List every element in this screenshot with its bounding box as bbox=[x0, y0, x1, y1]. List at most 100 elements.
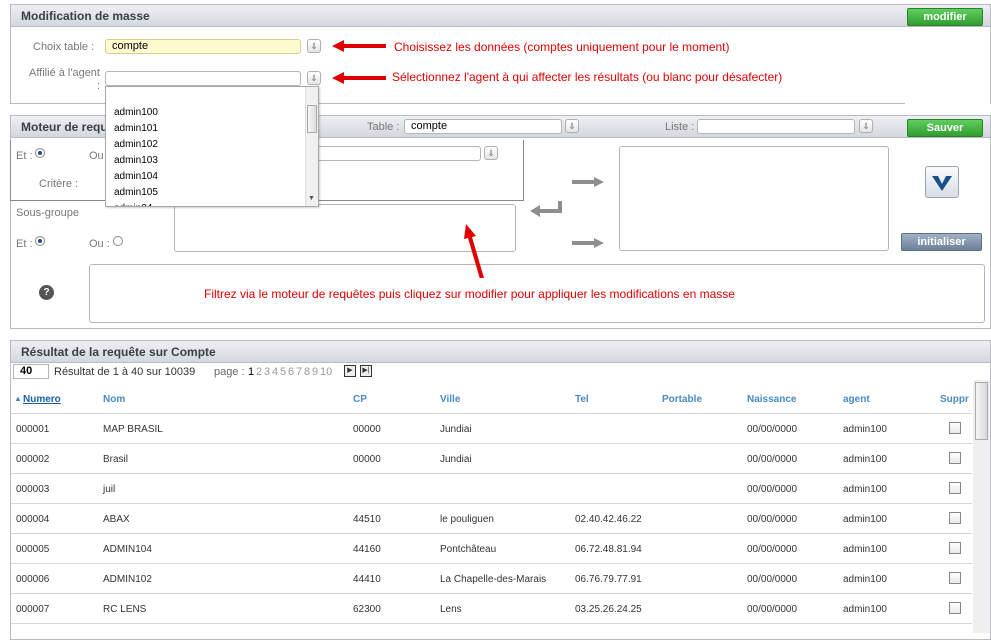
arrow-right-icon[interactable] bbox=[572, 238, 604, 248]
cell-nom: juil bbox=[103, 484, 116, 495]
et-label: Et : bbox=[16, 150, 33, 162]
save-button[interactable]: Sauver bbox=[907, 119, 983, 137]
results-scrollbar[interactable]: ▲ bbox=[973, 380, 990, 633]
column-naissance[interactable]: Naissance bbox=[747, 394, 796, 405]
et-radio[interactable] bbox=[35, 148, 45, 158]
list-dropdown-icon[interactable]: ⇓ bbox=[859, 119, 873, 133]
cell-nom: MAP BRASIL bbox=[103, 424, 163, 435]
cell-nom: RC LENS bbox=[103, 604, 147, 615]
column-numero[interactable]: Numero bbox=[23, 394, 61, 405]
delete-checkbox[interactable] bbox=[949, 512, 961, 524]
table-choice-dropdown-icon[interactable]: ⇓ bbox=[307, 39, 321, 53]
column-cp[interactable]: CP bbox=[353, 394, 367, 405]
column-suppr[interactable]: Suppr bbox=[940, 394, 969, 405]
delete-checkbox[interactable] bbox=[949, 482, 961, 494]
arrow-right-icon[interactable] bbox=[572, 177, 604, 187]
table-row[interactable]: 000006 ADMIN102 44410 La Chapelle-des-Marai… bbox=[11, 564, 972, 594]
agent-option[interactable]: admin104 bbox=[114, 171, 158, 182]
column-portable[interactable]: Portable bbox=[662, 394, 702, 405]
delete-checkbox[interactable] bbox=[949, 542, 961, 554]
cell-nom: Brasil bbox=[103, 454, 129, 465]
agent-label: Affilié à l'agent : bbox=[28, 67, 100, 92]
cell-naissance: 00/00/0000 bbox=[747, 514, 798, 525]
validate-button[interactable] bbox=[925, 166, 959, 198]
cell-tel: 02.40.42.46.22 bbox=[575, 514, 642, 525]
table-dropdown-icon[interactable]: ⇓ bbox=[565, 119, 579, 133]
delete-checkbox[interactable] bbox=[949, 572, 961, 584]
et2-radio[interactable] bbox=[35, 236, 45, 246]
cell-agent: admin100 bbox=[843, 514, 887, 525]
table-row[interactable]: 000001 MAP BRASIL 00000 Jundiai 00/00/0000 ad… bbox=[11, 414, 972, 444]
next-page-button[interactable]: ▶ bbox=[344, 365, 356, 377]
page-link[interactable]: 9 bbox=[312, 366, 318, 378]
page-link[interactable]: 6 bbox=[288, 366, 294, 378]
table-row[interactable]: 000003 juil 00/00/0000 admin100 bbox=[11, 474, 972, 504]
delete-checkbox[interactable] bbox=[949, 422, 961, 434]
page-link[interactable]: 4 bbox=[272, 366, 278, 378]
agent-option[interactable]: admin101 bbox=[114, 123, 158, 134]
column-nom[interactable]: Nom bbox=[103, 394, 125, 405]
ou-label: Ou bbox=[89, 150, 104, 162]
reset-button[interactable]: initialiser bbox=[901, 233, 982, 251]
table-row[interactable]: 000007 RC LENS 62300 Lens 03.25.26.24.25 00/0… bbox=[11, 594, 972, 624]
page-size-input[interactable]: 40 bbox=[13, 364, 49, 379]
agent-option[interactable]: admin103 bbox=[114, 155, 158, 166]
agent-dropdown-list[interactable]: admin100 admin101 admin102 admin103 admi… bbox=[105, 86, 319, 207]
hint-table: Choisissez les données (comptes uniqueme… bbox=[394, 40, 730, 54]
criteria-field-input[interactable] bbox=[316, 146, 481, 161]
cell-cp: 00000 bbox=[353, 454, 381, 465]
cell-ville: le pouliguen bbox=[440, 514, 494, 525]
cell-nom: ADMIN102 bbox=[103, 574, 152, 585]
scroll-thumb[interactable] bbox=[307, 105, 317, 133]
page-link[interactable]: 5 bbox=[280, 366, 286, 378]
query-engine-title: Moteur de requê bbox=[21, 120, 115, 134]
scroll-thumb[interactable] bbox=[975, 382, 988, 440]
mass-edit-title: Modification de masse bbox=[21, 9, 150, 23]
cell-numero: 000007 bbox=[16, 604, 50, 615]
cell-agent: admin100 bbox=[843, 574, 887, 585]
cell-nom: ABAX bbox=[103, 514, 130, 525]
query-result-textarea[interactable] bbox=[619, 146, 889, 251]
page-link[interactable]: 8 bbox=[304, 366, 310, 378]
delete-checkbox[interactable] bbox=[949, 452, 961, 464]
agent-dropdown-icon[interactable]: ⇓ bbox=[307, 71, 321, 85]
sort-asc-icon: ▲ bbox=[14, 394, 22, 403]
modify-button[interactable]: modifier bbox=[907, 8, 983, 26]
red-arrow-icon bbox=[332, 40, 386, 52]
return-arrow-icon[interactable] bbox=[530, 201, 562, 217]
delete-checkbox[interactable] bbox=[949, 602, 961, 614]
column-agent[interactable]: agent bbox=[843, 394, 870, 405]
column-ville[interactable]: Ville bbox=[440, 394, 460, 405]
page-link[interactable]: 3 bbox=[264, 366, 270, 378]
cell-numero: 000002 bbox=[16, 454, 50, 465]
cell-numero: 000004 bbox=[16, 514, 50, 525]
agent-input[interactable] bbox=[105, 71, 301, 86]
table-input[interactable]: compte bbox=[404, 119, 562, 134]
cell-naissance: 00/00/0000 bbox=[747, 574, 798, 585]
scroll-down-icon[interactable]: ▼ bbox=[308, 195, 315, 202]
cell-numero: 000001 bbox=[16, 424, 50, 435]
page-link[interactable]: 10 bbox=[320, 366, 332, 378]
page-link[interactable]: 2 bbox=[256, 366, 262, 378]
agent-option[interactable]: admin24 bbox=[114, 203, 152, 206]
criteria-field-dropdown-icon[interactable]: ⇓ bbox=[484, 146, 498, 160]
agent-option[interactable]: admin102 bbox=[114, 139, 158, 150]
table-row[interactable]: 000002 Brasil 00000 Jundiai 00/00/0000 admin1… bbox=[11, 444, 972, 474]
column-tel[interactable]: Tel bbox=[575, 394, 589, 405]
table-label: Table : bbox=[367, 121, 400, 133]
agent-option[interactable]: admin100 bbox=[114, 107, 158, 118]
table-choice-input[interactable]: compte bbox=[105, 39, 301, 54]
last-page-button[interactable]: ▶| bbox=[360, 365, 372, 377]
cell-cp: 44160 bbox=[353, 544, 381, 555]
cell-ville: Pontchâteau bbox=[440, 544, 497, 555]
agent-option[interactable]: admin105 bbox=[114, 187, 158, 198]
hint-filter: Filtrez via le moteur de requêtes puis c… bbox=[204, 287, 735, 301]
list-input[interactable] bbox=[697, 119, 855, 134]
dropdown-scrollbar[interactable]: ▼ bbox=[305, 87, 318, 206]
chevron-down-icon bbox=[932, 176, 952, 191]
page-link[interactable]: 7 bbox=[296, 366, 302, 378]
table-row[interactable]: 000005 ADMIN104 44160 Pontchâteau 06.72.48.8… bbox=[11, 534, 972, 564]
table-row[interactable]: 000004 ABAX 44510 le pouliguen 02.40.42.46.2… bbox=[11, 504, 972, 534]
help-icon[interactable]: ? bbox=[39, 285, 54, 300]
ou2-radio[interactable] bbox=[113, 236, 123, 246]
